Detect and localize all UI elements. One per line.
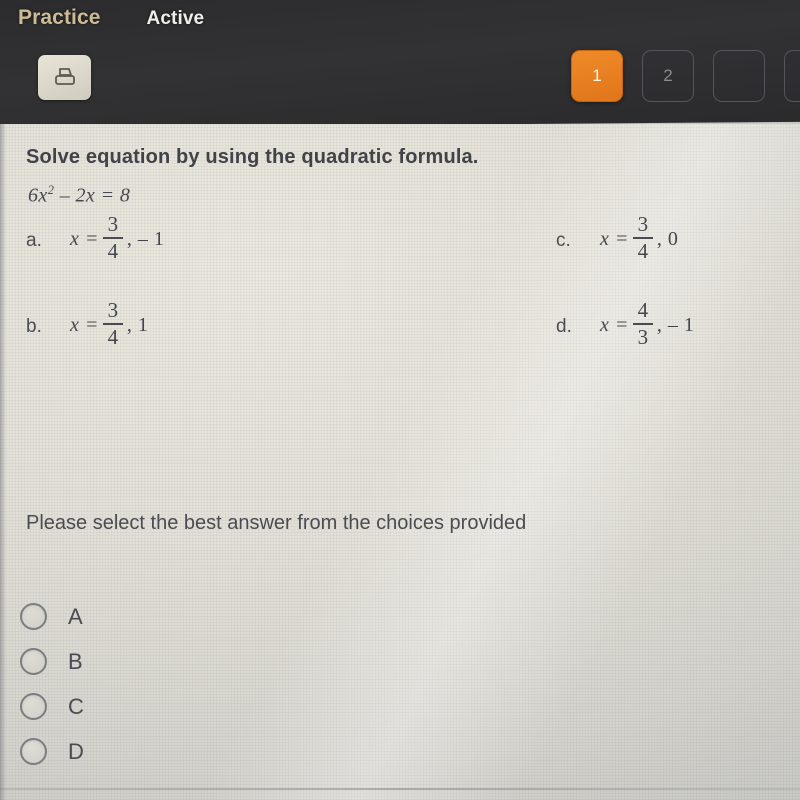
printer-icon [52,66,78,90]
option-c-denominator: 4 [637,239,649,264]
tab-bar: Practice Active [18,6,204,30]
answer-choice-list: A B C D [20,594,84,774]
answer-choice-d-label: D [68,738,84,764]
radio-button-b[interactable] [20,648,47,675]
option-a-lead: x = [70,227,99,250]
equation-middle-term: – 2x [59,184,96,207]
app-header: Practice Active 1 2 [0,0,800,128]
tab-active[interactable]: Active [147,8,205,30]
equation-right-side: 8 [119,184,131,207]
option-c-fraction: 3 4 [632,211,653,264]
option-a-fraction: 3 4 [102,211,123,264]
option-b[interactable]: b. x = 3 4 , 1 [26,297,149,350]
bottom-divider [0,788,800,790]
option-d-expression: x = 4 3 , – 1 [600,297,695,350]
option-b-letter: b. [26,315,42,337]
question-title: Solve equation by using the quadratic fo… [26,146,479,168]
pager-page-1[interactable]: 1 [571,50,623,102]
answer-options-grid: a. x = 3 4 , – 1 b. x = 3 4 , 1 c. x = 3… [26,211,800,389]
option-a-tail: , – 1 [126,227,165,250]
option-b-numerator: 3 [107,297,119,322]
option-d-numerator: 4 [637,297,649,322]
option-c[interactable]: c. x = 3 4 , 0 [556,211,679,264]
question-content-area: Solve equation by using the quadratic fo… [0,124,800,800]
option-d-fraction: 4 3 [632,297,653,350]
answer-choice-a[interactable]: A [20,594,84,639]
answer-choice-b[interactable]: B [20,639,84,684]
option-b-lead: x = [70,313,99,336]
radio-button-d[interactable] [20,738,47,765]
option-c-letter: c. [556,229,571,251]
option-a-numerator: 3 [107,211,119,236]
answer-choice-d[interactable]: D [20,729,84,774]
option-c-lead: x = [600,227,629,250]
pager-page-4[interactable] [784,50,800,102]
radio-button-a[interactable] [20,603,47,630]
equation-equals: = [100,184,115,207]
option-a[interactable]: a. x = 3 4 , – 1 [26,211,165,264]
option-d-letter: d. [556,315,572,337]
option-a-expression: x = 3 4 , – 1 [70,211,165,264]
pager-page-2[interactable]: 2 [642,50,694,102]
equation-exponent: 2 [47,183,55,197]
answer-choice-a-label: A [68,603,83,629]
option-d-lead: x = [600,313,629,336]
option-b-expression: x = 3 4 , 1 [70,297,149,350]
answer-choice-c[interactable]: C [20,684,84,729]
pager-page-3[interactable] [713,50,765,102]
question-equation: 6x2 – 2x = 8 [28,183,800,208]
option-b-fraction: 3 4 [102,297,123,350]
tab-practice[interactable]: Practice [18,6,101,30]
instruction-text: Please select the best answer from the c… [26,512,527,534]
option-b-tail: , 1 [126,313,149,336]
answer-choice-b-label: B [68,648,83,674]
option-c-numerator: 3 [637,211,649,236]
answer-choice-c-label: C [68,693,84,719]
page-pager: 1 2 [571,50,800,102]
option-a-denominator: 4 [107,239,119,264]
option-a-letter: a. [26,229,42,251]
option-c-tail: , 0 [656,227,679,250]
option-d[interactable]: d. x = 4 3 , – 1 [556,297,695,350]
equation-coefficient: 6 [28,184,39,207]
option-b-denominator: 4 [107,325,119,350]
option-d-tail: , – 1 [656,313,695,336]
screen-photo: Practice Active 1 2 Solve equation by us… [0,0,800,800]
equation-variable: x [38,184,48,207]
print-button[interactable] [38,55,91,100]
radio-button-c[interactable] [20,693,47,720]
option-d-denominator: 3 [637,325,649,350]
option-c-expression: x = 3 4 , 0 [600,211,679,264]
